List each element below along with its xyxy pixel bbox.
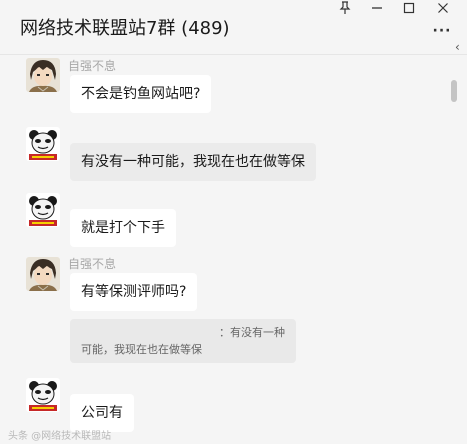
- message-bubble[interactable]: 不会是钓鱼网站吧?: [70, 75, 212, 113]
- minimize-icon[interactable]: [367, 1, 387, 17]
- message-bubble[interactable]: 有没有一种可能，我现在也在做等保: [70, 143, 316, 181]
- panda-meme-avatar[interactable]: [26, 127, 60, 161]
- panda-meme-avatar[interactable]: [26, 193, 60, 227]
- panda-meme-avatar[interactable]: [26, 378, 60, 412]
- sender-name: 自强不息: [68, 59, 117, 73]
- more-options-icon[interactable]: ···: [432, 24, 452, 38]
- maximize-icon[interactable]: [399, 1, 419, 17]
- chat-header: 网络技术联盟站7群 (489) ···: [0, 0, 467, 55]
- close-icon[interactable]: [433, 1, 453, 17]
- anime-boy-avatar[interactable]: [26, 58, 60, 92]
- quoted-message[interactable]: ：有没有一种 可能，我现在也在做等保: [70, 319, 296, 363]
- quote-line: ：有没有一种: [219, 326, 285, 339]
- scrollbar-thumb[interactable]: [451, 80, 457, 102]
- pin-icon[interactable]: [335, 1, 355, 17]
- watermark: 头条 @网络技术联盟站: [8, 431, 112, 442]
- message-list[interactable]: 自强不息 不会是钓鱼网站吧? 有没有一种可能，我现在也在做等保 就是打个下手 自…: [0, 55, 467, 444]
- sender-name: 自强不息: [68, 257, 117, 271]
- chevron-left-icon[interactable]: ‹: [455, 40, 467, 54]
- group-title: 网络技术联盟站7群 (489): [20, 18, 230, 39]
- message-bubble[interactable]: 就是打个下手: [70, 209, 176, 247]
- quote-line: 可能，我现在也在做等保: [81, 343, 202, 356]
- anime-boy-avatar[interactable]: [26, 257, 60, 291]
- message-bubble[interactable]: 有等保测评师吗?: [70, 273, 198, 311]
